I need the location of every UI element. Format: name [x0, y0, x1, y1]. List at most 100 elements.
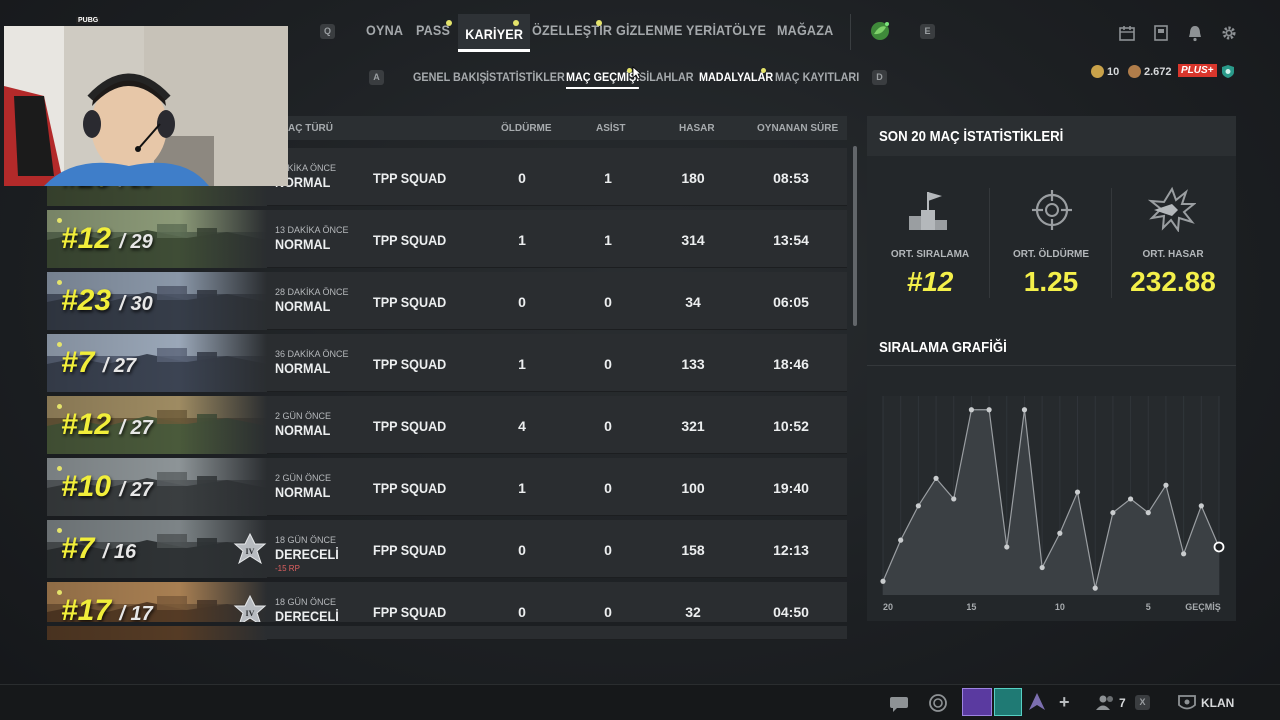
chart-point[interactable]	[1021, 407, 1028, 413]
header-damage: HASAR	[679, 123, 715, 134]
header-match-type: AÇ TÜRÜ	[288, 123, 333, 134]
radar-icon[interactable]	[927, 693, 949, 713]
placement-rank: #10	[61, 470, 112, 503]
nav-kariyer[interactable]: KARİYER	[458, 14, 531, 52]
match-time-ago: 18 GÜN ÖNCE	[275, 597, 337, 607]
match-row[interactable]: #10 / 27 2 GÜN ÖNCE NORMAL TPP SQUAD 1 0…	[47, 458, 847, 516]
chart-point[interactable]	[880, 578, 886, 584]
clan-icon[interactable]	[1176, 693, 1198, 713]
damage-value: 180	[681, 170, 705, 186]
bell-icon[interactable]	[1186, 24, 1204, 42]
match-row[interactable]: #12 / 29 13 DAKİKA ÖNCE NORMAL TPP SQUAD…	[47, 210, 847, 268]
mission-book-icon[interactable]	[1152, 24, 1170, 42]
match-row[interactable]: #12 / 27 2 GÜN ÖNCE NORMAL TPP SQUAD 4 0…	[47, 396, 847, 454]
chart-point[interactable]	[1145, 510, 1151, 516]
time-played-value: 13:54	[773, 232, 809, 248]
chart-point[interactable]	[1004, 544, 1010, 550]
match-time-ago: 2 GÜN ÖNCE	[275, 473, 332, 483]
match-mode: NORMAL	[275, 360, 331, 376]
kills-value: 1	[518, 356, 526, 372]
friends-icon[interactable]	[1095, 693, 1117, 713]
placement-rank: #23	[61, 284, 112, 317]
kills-value: 4	[518, 418, 526, 434]
placement-total: / 27	[119, 479, 153, 501]
chart-point-latest[interactable]	[1213, 541, 1225, 553]
emblem-slot-1[interactable]	[962, 688, 992, 716]
plus-badge[interactable]: PLUS+	[1178, 64, 1217, 77]
chart-point[interactable]	[933, 475, 939, 481]
match-row[interactable]: #7 / 27 36 DAKİKA ÖNCE NORMAL TPP SQUAD …	[47, 334, 847, 392]
subnav-silahlar[interactable]: SİLAHLAR	[639, 70, 694, 84]
emblem-slot-3-icon[interactable]	[1025, 690, 1049, 714]
shield-icon[interactable]	[1221, 64, 1235, 79]
chart-point[interactable]	[1198, 503, 1204, 509]
chart-x-tick-label: 5	[1146, 602, 1151, 612]
nav-atolye[interactable]: ATÖLYE	[716, 22, 766, 38]
subnav-mac-kayitlari[interactable]: MAÇ KAYITLARI	[775, 70, 859, 84]
placement-rank: #7	[61, 532, 95, 565]
chart-point[interactable]	[1181, 551, 1187, 557]
chart-point[interactable]	[1092, 585, 1098, 591]
ranked-tier-badge-icon: IV	[233, 532, 267, 565]
chart-point[interactable]	[915, 503, 921, 509]
key-e: E	[920, 24, 935, 39]
placement-rank: #12	[61, 222, 112, 255]
streamer-webcam-image	[4, 26, 288, 186]
kariyer-notify-dot	[513, 20, 519, 26]
emblem-slot-2[interactable]	[994, 688, 1022, 716]
chart-point[interactable]	[1039, 564, 1045, 571]
nav-magaza[interactable]: MAĞAZA	[777, 22, 833, 38]
rank-points-change: -15 RP	[275, 564, 300, 573]
time-played-value: 10:52	[773, 418, 809, 434]
nav-oyna[interactable]: OYNA	[366, 22, 403, 38]
chart-x-tick-label: 15	[966, 602, 976, 612]
damage-value: 100	[681, 480, 705, 496]
placement: #12 / 27	[61, 408, 153, 442]
bp-balance: 2.672	[1128, 65, 1172, 78]
calendar-icon[interactable]	[1118, 24, 1136, 42]
placement-total: / 16	[102, 541, 137, 563]
nav-gizlenme-yeri[interactable]: GİZLENME YERİ	[616, 22, 716, 38]
kills-value: 0	[518, 170, 526, 186]
key-a: A	[369, 70, 384, 85]
subnav-genel-bakis[interactable]: GENEL BAKIŞ	[413, 70, 487, 84]
chart-point[interactable]	[968, 407, 975, 413]
clan-label[interactable]: KLAN	[1201, 696, 1234, 710]
ozellestir-notify-dot	[596, 20, 602, 26]
chart-point[interactable]	[951, 496, 957, 502]
subnav-istatistikler[interactable]: İSTATİSTİKLER	[486, 70, 565, 84]
g-coin-balance: 10	[1091, 65, 1119, 78]
placement: #7 / 16	[61, 532, 136, 566]
placement-rank: #12	[61, 408, 112, 441]
gear-icon[interactable]	[1220, 24, 1238, 42]
chart-point[interactable]	[986, 407, 992, 413]
match-row[interactable]: #7 / 16 18 GÜN ÖNCE DERECELİ -15 RP FPP …	[47, 520, 847, 578]
chat-icon[interactable]	[888, 693, 910, 713]
nav-separator	[850, 14, 851, 50]
list-bottom-edge	[47, 622, 847, 626]
rank-chart: 20 15 10 5 GEÇMİŞ	[880, 396, 1225, 612]
g-coin-value: 10	[1107, 66, 1120, 78]
nav-pass[interactable]: PASS	[416, 22, 450, 38]
damage-value: 158	[681, 542, 705, 558]
chart-x-tick-label: GEÇMİŞ	[1185, 602, 1221, 612]
assists-value: 0	[604, 604, 612, 620]
damage-value: 314	[681, 232, 705, 248]
match-row[interactable]: #23 / 30 28 DAKİKA ÖNCE NORMAL TPP SQUAD…	[47, 272, 847, 330]
match-list-scrollbar[interactable]	[853, 146, 857, 326]
match-time-ago: 18 GÜN ÖNCE	[275, 535, 337, 545]
chart-point[interactable]	[1110, 510, 1116, 516]
add-friend-plus-icon[interactable]: +	[1059, 692, 1070, 713]
match-row[interactable]: #17 / 17 18 GÜN ÖNCE DERECELİ FPP SQUAD …	[47, 582, 847, 640]
placement-total: / 30	[119, 293, 153, 315]
pubg-logo: PUBG	[76, 17, 101, 24]
squad-type: FPP SQUAD	[373, 542, 447, 558]
chart-point[interactable]	[1127, 496, 1134, 502]
chart-x-tick-label: 10	[1055, 602, 1065, 612]
chart-point[interactable]	[1074, 489, 1081, 495]
chart-point[interactable]	[1163, 482, 1169, 488]
chart-point[interactable]	[1057, 530, 1063, 536]
event-leaf-icon[interactable]	[869, 20, 891, 42]
chart-point[interactable]	[898, 537, 904, 543]
kills-value: 0	[518, 294, 526, 310]
